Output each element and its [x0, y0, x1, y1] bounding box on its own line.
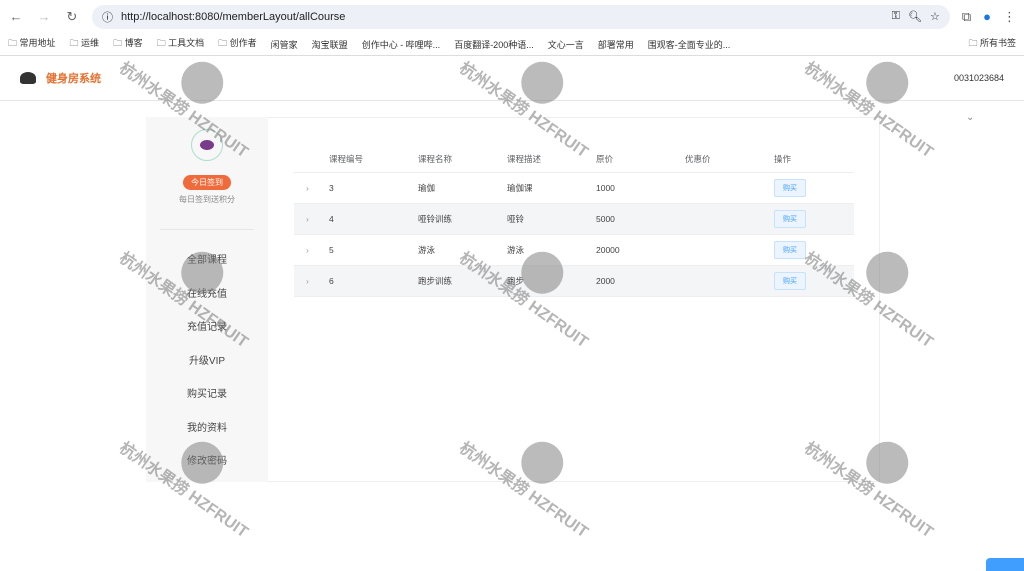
buy-button[interactable]: 购买 [774, 209, 806, 228]
bookmark[interactable]: 🗀 工具文档 [157, 36, 205, 52]
all-bookmarks[interactable]: 🗀 所有书签 [968, 36, 1016, 52]
bookmark[interactable]: 🗀 运维 [70, 36, 100, 52]
profile-icon[interactable]: ● [983, 9, 991, 24]
bookmark[interactable]: 创作中心 - 哔哩哔... [362, 38, 441, 51]
buy-button[interactable]: 购买 [774, 178, 806, 197]
bookmark[interactable]: 文心一言 [548, 38, 584, 51]
floating-button[interactable] [986, 558, 1024, 571]
browser-toolbar: ← → ↻ ⓘ http://localhost:8080/memberLayo… [0, 0, 1024, 33]
cell-discount [685, 265, 774, 297]
cell-desc: 游泳 [507, 234, 596, 266]
col-price: 原价 [596, 146, 685, 173]
table-row: › 3 瑜伽 瑜伽课 1000 购买 [294, 172, 854, 204]
cell-desc: 跑步 [507, 265, 596, 297]
menu-item-change-password[interactable]: 修改密码 [146, 445, 268, 479]
cell-id: 3 [329, 172, 418, 204]
cell-name: 游泳 [418, 234, 507, 266]
main-panel: 课程编号 课程名称 课程描述 原价 优惠价 操作 › 3 瑜伽 瑜伽课 1000… [268, 117, 880, 482]
col-name: 课程名称 [418, 146, 507, 173]
sidebar: 今日签到 每日签到送积分 全部课程 在线充值 充值记录 升级VIP 购买记录 我… [146, 117, 268, 482]
reload-icon[interactable]: ↻ [64, 9, 80, 25]
cell-id: 6 [329, 265, 418, 297]
col-id: 课程编号 [329, 146, 418, 173]
bookmark[interactable]: 🗀 博客 [113, 36, 143, 52]
table-row: › 4 哑铃训练 哑铃 5000 购买 [294, 203, 854, 235]
cell-discount [685, 172, 774, 204]
extensions-icon[interactable]: ⧉ [962, 9, 971, 25]
user-id[interactable]: 0031023684 [954, 73, 1004, 83]
expand-icon[interactable]: › [294, 265, 329, 297]
star-icon[interactable]: ☆ [930, 10, 940, 23]
info-icon[interactable]: ⓘ [102, 9, 113, 25]
cell-name: 跑步训练 [418, 265, 507, 297]
bookmark[interactable]: 🗀 常用地址 [8, 36, 56, 52]
col-action: 操作 [774, 146, 854, 173]
bookmark[interactable]: 围观客-全面专业的... [648, 38, 731, 51]
col-desc: 课程描述 [507, 146, 596, 173]
avatar [191, 129, 223, 161]
col-discount: 优惠价 [685, 146, 774, 173]
menu-item-recharge[interactable]: 在线充值 [146, 278, 268, 312]
checkin-button[interactable]: 今日签到 [183, 175, 231, 190]
cell-name: 哑铃训练 [418, 203, 507, 235]
zoom-icon[interactable]: 🔍︎ [908, 10, 922, 23]
cell-desc: 瑜伽课 [507, 172, 596, 204]
menu-item-upgrade-vip[interactable]: 升级VIP [146, 345, 268, 379]
cell-discount [685, 234, 774, 266]
logo-icon [20, 72, 36, 84]
chevron-down-icon[interactable]: ⌄ [966, 112, 974, 123]
expand-icon[interactable]: › [294, 203, 329, 235]
key-icon[interactable]: ⚿ [892, 10, 900, 23]
cell-desc: 哑铃 [507, 203, 596, 235]
cell-price: 20000 [596, 234, 685, 266]
bookmark[interactable]: 淘宝联盟 [312, 38, 348, 51]
bookmark[interactable]: 部署常用 [598, 38, 634, 51]
menu-icon[interactable]: ⋮ [1003, 9, 1016, 25]
expand-icon[interactable]: › [294, 172, 329, 204]
brand-title: 健身房系统 [46, 73, 101, 85]
course-table: 课程编号 课程名称 课程描述 原价 优惠价 操作 › 3 瑜伽 瑜伽课 1000… [294, 146, 854, 297]
bookmark[interactable]: 闲管家 [271, 38, 298, 51]
checkin-tip: 每日签到送积分 [179, 195, 235, 204]
address-bar[interactable]: ⓘ http://localhost:8080/memberLayout/all… [92, 4, 950, 29]
menu-item-all-courses[interactable]: 全部课程 [146, 244, 268, 278]
table-row: › 6 跑步训练 跑步 2000 购买 [294, 265, 854, 297]
cell-name: 瑜伽 [418, 172, 507, 204]
bookmark[interactable]: 🗀 创作者 [218, 36, 257, 52]
cell-id: 4 [329, 203, 418, 235]
cell-action: 购买 [774, 203, 854, 235]
cell-discount [685, 203, 774, 235]
back-icon[interactable]: ← [8, 9, 24, 24]
cell-price: 2000 [596, 265, 685, 297]
cell-price: 5000 [596, 203, 685, 235]
expand-icon[interactable]: › [294, 234, 329, 266]
buy-button[interactable]: 购买 [774, 240, 806, 259]
table-row: › 5 游泳 游泳 20000 购买 [294, 234, 854, 266]
menu-item-profile[interactable]: 我的资料 [146, 412, 268, 446]
bookmarks-bar: 🗀 常用地址 🗀 运维 🗀 博客 🗀 工具文档 🗀 创作者 闲管家 淘宝联盟 创… [0, 33, 1024, 56]
buy-button[interactable]: 购买 [774, 271, 806, 290]
cell-action: 购买 [774, 265, 854, 297]
cell-action: 购买 [774, 234, 854, 266]
forward-icon[interactable]: → [36, 9, 52, 24]
menu-item-purchase-records[interactable]: 购买记录 [146, 378, 268, 412]
menu-item-recharge-records[interactable]: 充值记录 [146, 311, 268, 345]
url-text[interactable]: http://localhost:8080/memberLayout/allCo… [121, 11, 345, 23]
cell-action: 购买 [774, 172, 854, 204]
cell-id: 5 [329, 234, 418, 266]
cell-price: 1000 [596, 172, 685, 204]
bookmark[interactable]: 百度翻译-200种语... [454, 38, 534, 51]
app-header: 健身房系统 0031023684 [0, 56, 1024, 101]
divider [160, 229, 254, 230]
